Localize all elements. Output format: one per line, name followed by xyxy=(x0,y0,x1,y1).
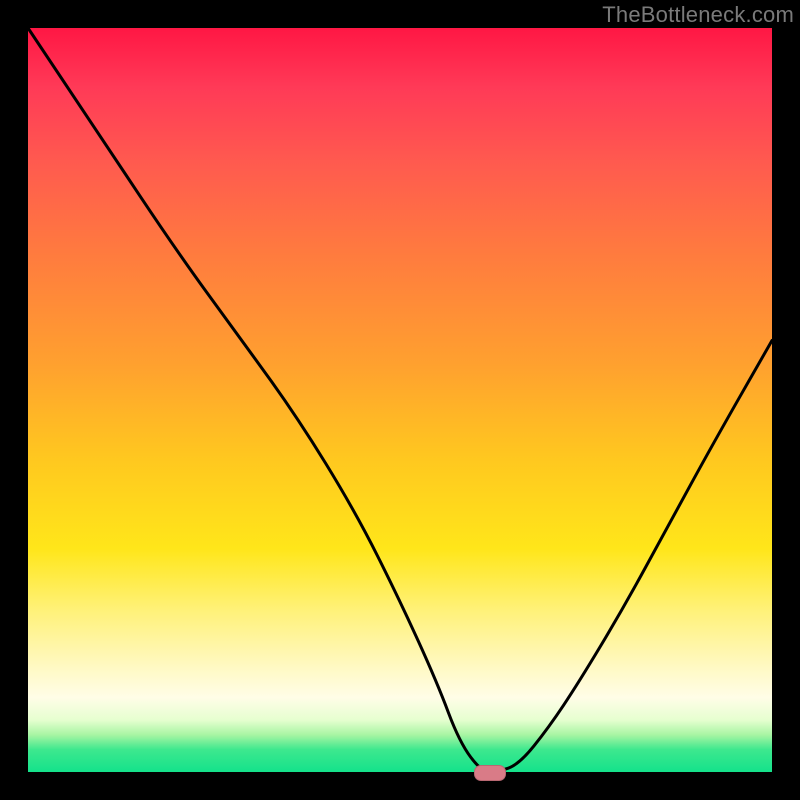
optimal-marker xyxy=(474,765,506,781)
chart-frame: TheBottleneck.com xyxy=(0,0,800,800)
curve-svg xyxy=(28,28,772,772)
bottleneck-curve xyxy=(28,28,772,772)
watermark-text: TheBottleneck.com xyxy=(602,2,794,28)
